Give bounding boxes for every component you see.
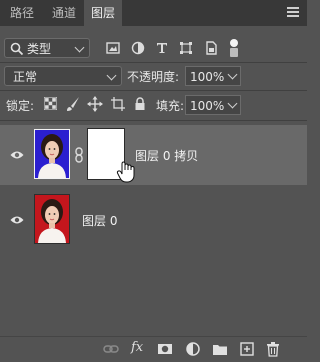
chevron-down-icon — [227, 69, 238, 80]
portrait-image — [35, 195, 69, 243]
layer-thumbnail[interactable] — [34, 129, 70, 179]
blend-mode-value: 正常 — [13, 70, 38, 84]
layer-row[interactable]: 图层 0 拷贝 — [0, 125, 307, 185]
filter-toggle-icon[interactable] — [228, 38, 240, 58]
chevron-down-icon — [227, 98, 238, 109]
divider — [0, 62, 307, 63]
fill-label: 填充: — [156, 99, 185, 113]
bottom-toolbar: fx — [0, 336, 307, 362]
add-mask-icon[interactable] — [157, 341, 173, 357]
portrait-image — [35, 130, 69, 178]
tab-layers[interactable]: 图层 — [84, 0, 122, 26]
type-filter-icon[interactable] — [154, 40, 170, 56]
lock-transparent-icon[interactable] — [44, 97, 57, 110]
fill-dropdown-button[interactable] — [225, 95, 241, 115]
lock-label: 锁定: — [6, 99, 35, 113]
divider — [0, 120, 307, 121]
smart-object-filter-icon[interactable] — [203, 40, 219, 56]
image-filter-icon[interactable] — [105, 40, 121, 56]
tab-channels[interactable]: 通道 — [46, 0, 82, 26]
layer-thumbnail[interactable] — [34, 194, 70, 244]
layers-panel: 路径 通道 图层 类型 正常 不透明度: 100% 锁定: 填充: 100% 图… — [0, 0, 307, 362]
hand-cursor-icon — [116, 161, 135, 183]
chevron-down-icon — [74, 42, 85, 53]
adjustment-layer-icon[interactable] — [185, 341, 201, 357]
tab-bar: 路径 通道 图层 — [0, 0, 307, 26]
blend-mode-dropdown[interactable]: 正常 — [4, 66, 122, 86]
filter-kind-dropdown[interactable]: 类型 — [4, 38, 90, 58]
group-folder-icon[interactable] — [212, 341, 228, 357]
layer-name[interactable]: 图层 0 — [82, 212, 117, 229]
fill-input[interactable]: 100% — [185, 95, 227, 115]
opacity-dropdown-button[interactable] — [225, 66, 241, 86]
link-layers-icon[interactable] — [103, 341, 119, 357]
lock-position-icon[interactable] — [87, 96, 103, 112]
lock-all-icon[interactable] — [132, 96, 148, 112]
adjustment-filter-icon[interactable] — [130, 40, 146, 56]
fx-icon[interactable]: fx — [131, 340, 149, 356]
new-layer-icon[interactable] — [239, 341, 255, 357]
visibility-eye-icon[interactable] — [10, 215, 24, 225]
tab-paths[interactable]: 路径 — [4, 0, 40, 26]
shape-filter-icon[interactable] — [178, 40, 194, 56]
lock-artboard-icon[interactable] — [110, 96, 126, 112]
opacity-input[interactable]: 100% — [185, 66, 227, 86]
divider — [0, 90, 307, 91]
search-icon — [10, 42, 24, 56]
mask-link-icon[interactable] — [74, 147, 84, 163]
layer-row[interactable]: 图层 0 — [0, 190, 307, 250]
layer-name[interactable]: 图层 0 拷贝 — [135, 147, 198, 164]
delete-icon[interactable] — [265, 341, 281, 357]
filter-kind-label: 类型 — [27, 42, 52, 56]
opacity-label: 不透明度: — [127, 70, 180, 84]
chevron-down-icon — [106, 70, 117, 81]
panel-menu-icon[interactable] — [285, 4, 301, 20]
lock-image-icon[interactable] — [65, 96, 81, 112]
visibility-eye-icon[interactable] — [10, 150, 24, 160]
